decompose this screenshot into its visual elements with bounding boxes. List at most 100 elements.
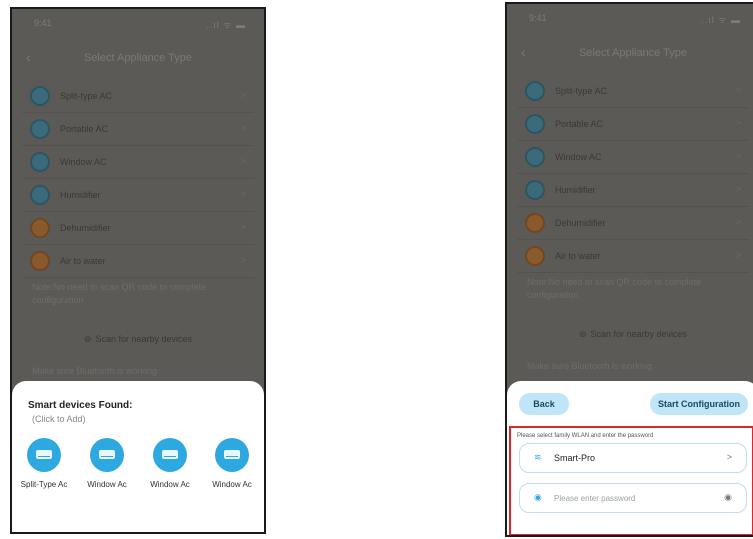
signal-icon: ..ıl ᯤ ▬ [206,20,246,30]
config-button-row: Back Start Configuration [507,393,753,417]
appliance-row-humidifier[interactable]: Humidifier > [22,179,254,212]
chevron-right-icon: > [735,118,741,128]
appliance-label: Humidifier [555,185,596,195]
wlan-hint: Please select family WLAN and enter the … [517,433,654,439]
wifi-icon: ≋ [534,452,542,462]
appliance-label: Dehumidifier [60,223,111,233]
status-time: 9:41 [529,13,547,23]
appliance-list: Split-type AC > Portable AC > Window AC … [507,75,753,273]
back-button[interactable]: Back [519,393,569,415]
qr-note: Note:No need to scan QR code to complete… [527,277,702,300]
status-bar: 9:41 ..ıl ᯤ ▬ [12,15,264,31]
wifi-select-field[interactable]: ≋ Smart-Pro > [519,443,747,473]
humidifier-icon [525,180,545,200]
appliance-row-portable[interactable]: Portable AC > [22,113,254,146]
device-name: Window Ac [87,480,127,489]
device-name: Window Ac [212,480,252,489]
password-placeholder: Please enter password [554,494,636,503]
portable-ac-icon [525,114,545,134]
appliance-row-dehumidifier[interactable]: Dehumidifier > [22,212,254,245]
configuration-sheet: Back Start Configuration Please select f… [507,381,753,535]
chevron-right-icon: > [240,123,246,133]
device-item[interactable]: Split-Type Ac [14,438,74,489]
device-item[interactable]: Window Ac [77,438,137,489]
humidifier-icon [30,185,50,205]
eye-icon[interactable]: ◉ [724,492,732,503]
air-to-water-icon [525,246,545,266]
air-conditioner-icon [30,86,50,106]
scan-icon: ⊜ [578,329,587,339]
signal-icon: ..ıl ᯤ ▬ [701,15,741,25]
air-conditioner-icon [215,438,249,472]
appliance-row-humidifier[interactable]: Humidifier > [517,174,749,207]
appliance-label: Air to water [555,251,601,261]
appliance-row-portable[interactable]: Portable AC > [517,108,749,141]
back-arrow-icon[interactable]: ‹ [26,49,31,65]
appliance-list: Split-type AC > Portable AC > Window AC … [12,80,264,278]
scan-nearby-button[interactable]: ⊜ Scan for nearby devices [12,334,264,345]
device-name: Window Ac [150,480,190,489]
page-title: Select Appliance Type [578,47,688,59]
scan-label: Scan for nearby devices [590,329,688,339]
start-configuration-button[interactable]: Start Configuration [650,393,748,415]
scan-label: Scan for nearby devices [95,334,193,344]
chevron-right-icon: > [240,255,246,265]
air-to-water-icon [30,251,50,271]
portable-ac-icon [30,119,50,139]
appliance-row-air-to-water[interactable]: Air to water > [22,245,254,278]
bluetooth-note: Make sure Bluetooth is working [32,366,158,376]
chevron-right-icon: > [726,452,732,462]
air-conditioner-icon [525,81,545,101]
scan-icon: ⊜ [83,334,92,344]
appliance-row-split-type[interactable]: Split-type AC > [22,80,254,113]
bluetooth-note: Make sure Bluetooth is working [527,361,653,371]
dehumidifier-icon [525,213,545,233]
device-carousel: Split-Type Ac Window Ac Window Ac Window… [12,438,264,518]
found-devices-sheet: Smart devices Found: (Click to Add) Spli… [12,381,264,532]
appliance-label: Portable AC [60,124,109,134]
chevron-right-icon: > [735,217,741,227]
appliance-row-air-to-water[interactable]: Air to water > [517,240,749,273]
page-title: Select Appliance Type [83,52,193,64]
device-name: Split-Type Ac [20,480,68,489]
appliance-label: Split-type AC [555,86,608,96]
air-conditioner-icon [27,438,61,472]
phone-screen-configuration: 9:41 ..ıl ᯤ ▬ ‹ Select Appliance Type Sp… [505,2,753,537]
dehumidifier-icon [30,218,50,238]
window-ac-icon [30,152,50,172]
scan-nearby-button[interactable]: ⊜ Scan for nearby devices [507,329,753,340]
found-subtitle: (Click to Add) [32,414,86,424]
air-conditioner-icon [153,438,187,472]
chevron-right-icon: > [240,189,246,199]
back-arrow-icon[interactable]: ‹ [521,44,526,60]
appliance-label: Dehumidifier [555,218,606,228]
appliance-label: Window AC [60,157,107,167]
appliance-label: Humidifier [60,190,101,200]
air-conditioner-icon [90,438,124,472]
nav-bar: ‹ Select Appliance Type [507,42,753,66]
appliance-label: Air to water [60,256,106,266]
appliance-label: Split-type AC [60,91,113,101]
appliance-label: Portable AC [555,119,604,129]
appliance-row-window[interactable]: Window AC > [22,146,254,179]
appliance-row-dehumidifier[interactable]: Dehumidifier > [517,207,749,240]
appliance-row-window[interactable]: Window AC > [517,141,749,174]
qr-note: Note:No need to scan QR code to complete… [32,282,207,305]
window-ac-icon [525,147,545,167]
chevron-right-icon: > [240,90,246,100]
status-bar: 9:41 ..ıl ᯤ ▬ [507,10,753,26]
wifi-name: Smart-Pro [554,453,596,463]
status-time: 9:41 [34,18,52,28]
phone-screen-device-list: 9:41 ..ıl ᯤ ▬ ‹ Select Appliance Type Sp… [10,7,266,534]
lock-icon: ◉ [534,492,542,502]
chevron-right-icon: > [240,156,246,166]
nav-bar: ‹ Select Appliance Type [12,47,264,71]
chevron-right-icon: > [735,184,741,194]
chevron-right-icon: > [735,250,741,260]
appliance-row-split-type[interactable]: Split-type AC > [517,75,749,108]
device-item[interactable]: Window Ac [140,438,200,489]
chevron-right-icon: > [735,151,741,161]
appliance-label: Window AC [555,152,602,162]
password-field[interactable]: ◉ Please enter password ◉ [519,483,747,513]
device-item[interactable]: Window Ac [202,438,262,489]
